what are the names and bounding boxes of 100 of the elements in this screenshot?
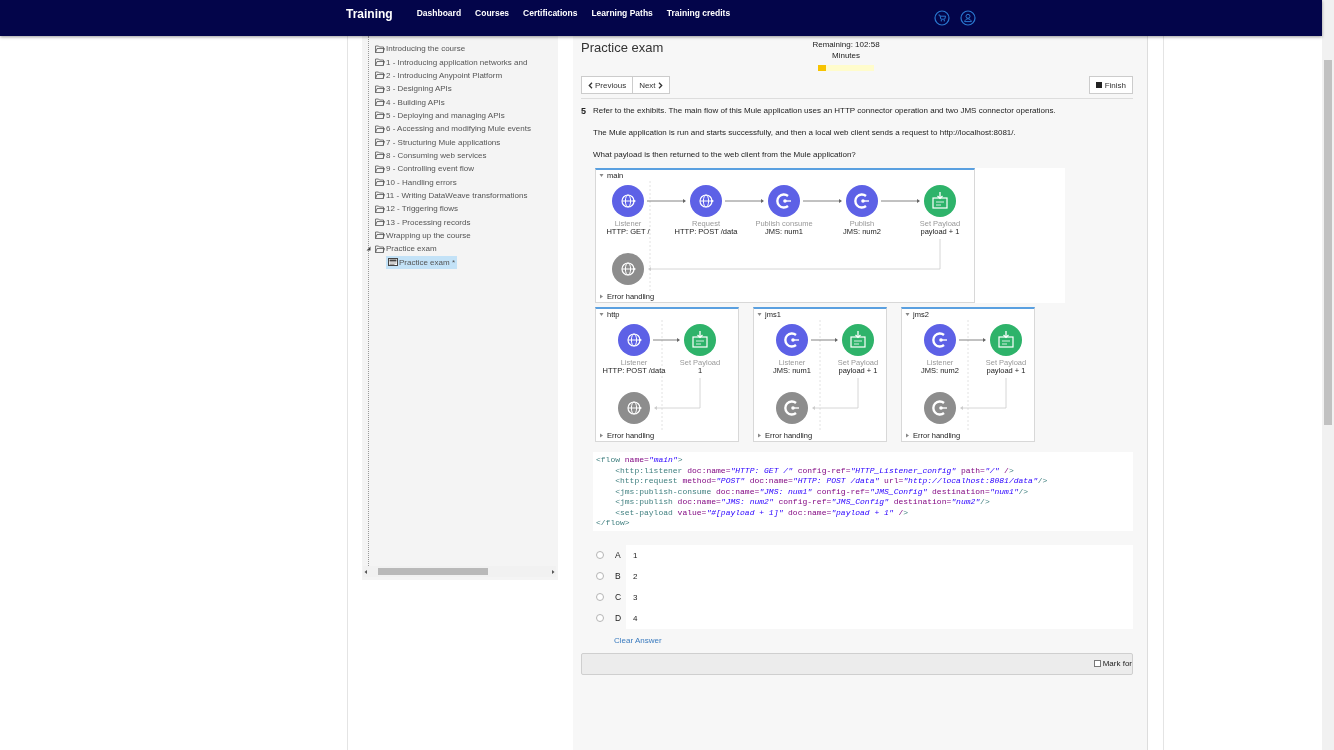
nav-link[interactable]: Courses [475,8,510,18]
tree-item[interactable]: 3 - Designing APIs [375,82,558,96]
flow-arrow [802,199,842,203]
scrollbar-thumb[interactable] [1324,60,1332,425]
folder-icon [375,138,385,147]
folder-icon [375,218,385,227]
folder-icon [375,44,385,53]
answer-radio[interactable] [596,572,604,580]
connector-icon [776,392,808,424]
next-button[interactable]: Next [633,76,670,94]
tree-item[interactable]: 7 - Structuring Mule applications [375,135,558,149]
tree-item[interactable]: 4 - Building APIs [375,95,558,109]
inbox-icon [924,185,956,217]
connector-icon [924,324,956,356]
tree-item[interactable]: 11 - Writing DataWeave transformations [375,188,558,203]
inbox-icon [990,324,1022,356]
expand-triangle-icon[interactable] [905,433,910,438]
tree-item[interactable]: 8 - Consuming web services [375,148,558,163]
question-text: Refer to the exhibits. The main flow of this Mule application uses an HTTP connector operation and two JMS connector operations. [593,106,1057,116]
globe-icon [618,392,650,424]
nav-link[interactable]: Learning Paths [591,8,653,18]
connector-icon [846,185,878,217]
checkbox[interactable] [1093,660,1101,667]
document-icon [388,258,398,267]
vertical-scrollbar[interactable] [1322,0,1334,750]
answer-letter: D [615,613,622,623]
scrollbar-thumb[interactable] [378,568,488,575]
tree-item[interactable]: 10 - Handling errors [375,175,558,189]
collapse-triangle-icon[interactable] [599,173,604,178]
return-arrow [960,377,1007,410]
folder-icon [375,71,385,80]
connector-icon [776,324,808,356]
folder-icon [375,178,385,187]
tree-item[interactable]: Introducing the course [375,42,558,56]
folder-icon [375,84,385,93]
remaining-time: Remaining: 102:58 [812,39,880,50]
tree-item[interactable]: 1 - Introducing application networks and [375,55,558,69]
code-line: </flow> [596,518,631,529]
nav-link[interactable]: Certifications [523,8,578,18]
folder-icon [375,231,385,240]
tree-item[interactable]: 12 - Triggering flows [375,202,558,216]
folder-icon [375,244,385,253]
folder-icon [375,151,385,160]
finish-button[interactable]: Finish [1088,76,1133,94]
cart-icon[interactable] [934,10,950,26]
folder-icon [375,124,385,133]
tree-item[interactable]: 6 - Accessing and modifying Mule events [375,122,558,136]
inbox-icon [684,324,716,356]
inbox-icon [842,324,874,356]
expand-icon[interactable] [366,246,371,252]
stop-icon [1095,82,1102,88]
tree-item[interactable]: Practice exam [375,242,558,256]
globe-icon [612,253,644,285]
nav-link[interactable]: Dashboard [416,8,462,18]
tree-item[interactable]: 2 - Introducing Anypoint Platform [375,68,558,83]
previous-button[interactable]: Previous [581,76,634,94]
answer-radio[interactable] [596,551,604,559]
return-arrow [812,377,859,410]
chevron-left-icon [588,81,593,89]
question-number: 5 [581,106,587,118]
answer-option[interactable]: 2 [626,565,1133,587]
code-line: <jms:publish-consume doc:name="JMS: num1" config-ref="JMS_Config" destination="num1"/> [614,486,1030,497]
mark-checkbox[interactable]: Mark for [1093,659,1132,668]
collapse-triangle-icon[interactable] [905,312,910,317]
flow-arrow [810,338,838,342]
question-text: What payload is then returned to the web client from the Mule application? [593,150,857,160]
scroll-left-icon[interactable] [363,568,369,575]
clear-answer-link[interactable]: Clear Answer [614,635,662,645]
tree-item[interactable]: Practice exam * [386,255,458,269]
answer-option[interactable]: 1 [626,544,1133,566]
tree-item[interactable]: 13 - Processing records [375,215,558,229]
answer-letter: A [615,550,621,560]
code-line: <http:request method="POST" doc:name="HTTP: POST /data" url="http://localhost:8081/data"/> [614,476,1049,487]
globe-icon [618,324,650,356]
answer-option[interactable]: 4 [626,607,1133,629]
user-icon[interactable] [960,10,976,26]
nav-link[interactable]: Training credits [666,8,731,18]
connector-icon [924,392,956,424]
horizontal-scrollbar[interactable] [363,566,556,577]
flow-arrow [958,338,986,342]
folder-icon [375,204,385,213]
expand-triangle-icon[interactable] [757,433,762,438]
flow-arrow [880,199,920,203]
flow-arrow [646,199,686,203]
tree-item[interactable]: 5 - Deploying and managing APIs [375,108,558,123]
answer-option[interactable]: 3 [626,586,1133,608]
tree-item[interactable]: 9 - Controlling event flow [375,162,558,176]
collapse-triangle-icon[interactable] [599,312,604,317]
globe-icon [690,185,722,217]
flow-arrow [652,338,680,342]
brand-title[interactable]: Training [346,7,393,21]
expand-triangle-icon[interactable] [599,294,604,299]
folder-icon [375,164,385,173]
expand-triangle-icon[interactable] [599,433,604,438]
answer-radio[interactable] [596,614,604,622]
tree-item[interactable]: Wrapping up the course [375,228,558,243]
folder-icon [375,58,385,66]
collapse-triangle-icon[interactable] [757,312,762,317]
answer-radio[interactable] [596,593,604,601]
scroll-right-icon[interactable] [550,568,556,575]
